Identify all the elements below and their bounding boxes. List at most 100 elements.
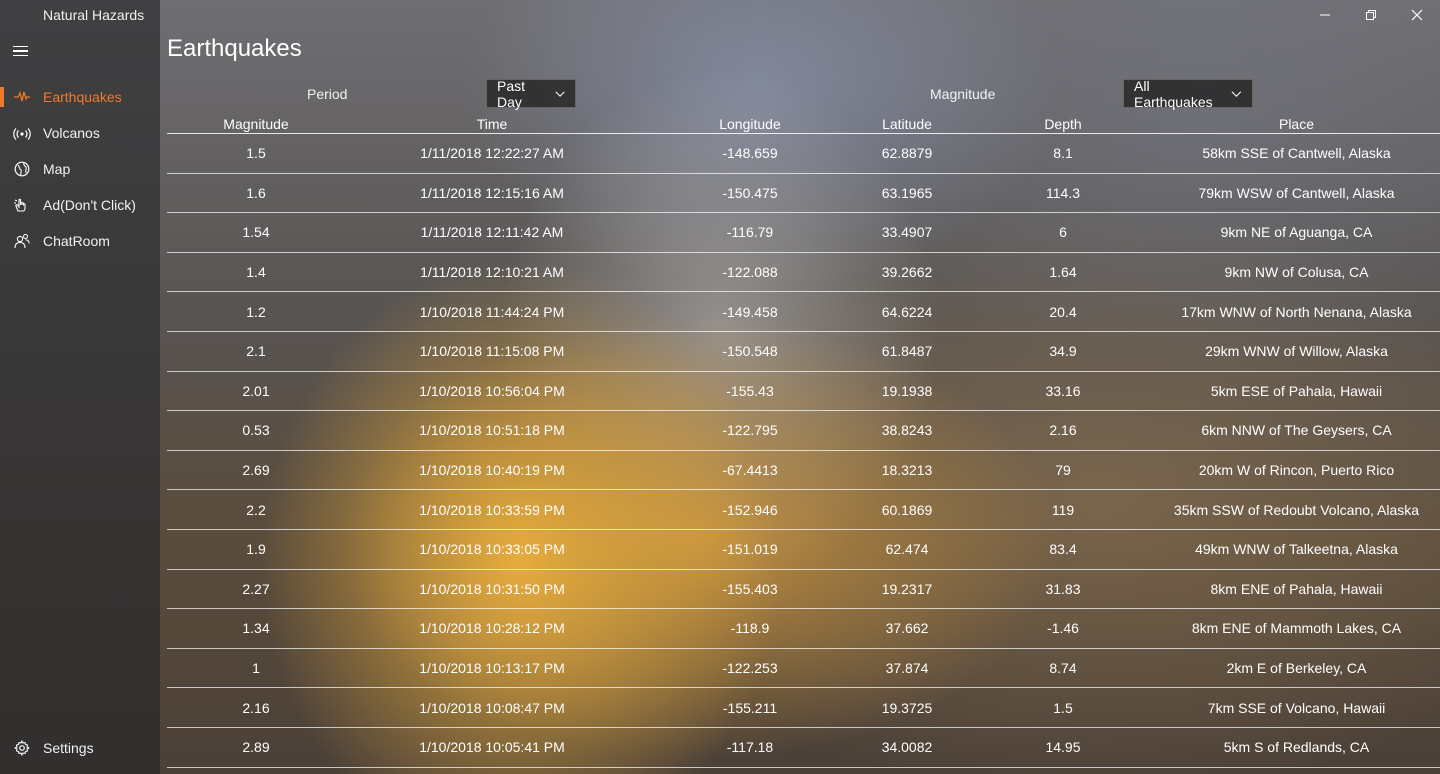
cell-depth: 119: [1051, 501, 1075, 518]
cell-magnitude: 2.01: [242, 382, 270, 399]
hamburger-menu-button[interactable]: [10, 40, 34, 62]
chevron-down-icon: [555, 91, 565, 97]
cell-time: 1/10/2018 10:33:59 PM: [419, 501, 565, 518]
table-row[interactable]: 2.1 1/10/2018 11:15:08 PM -150.548 61.8487 3…: [167, 332, 1440, 372]
hamburger-icon: [13, 45, 28, 48]
cell-place: 9km NW of Colusa, CA: [1224, 264, 1369, 281]
cell-magnitude: 2.2: [246, 501, 266, 518]
cell-longitude: -152.946: [722, 501, 778, 518]
table-row[interactable]: 2.69 1/10/2018 10:40:19 PM -67.4413 18.3213…: [167, 451, 1440, 491]
table-body: 1.5 1/11/2018 12:22:27 AM -148.659 62.8879 8…: [167, 134, 1440, 768]
sidebar-item-map[interactable]: Map: [0, 151, 160, 187]
sidebar-item-label: ChatRoom: [43, 233, 110, 249]
column-header-place[interactable]: Place: [1173, 114, 1420, 133]
gear-icon: [0, 740, 43, 756]
sidebar-item-volcanos[interactable]: Volcanos: [0, 115, 160, 151]
cell-depth: 33.16: [1045, 382, 1081, 399]
cell-longitude: -155.43: [726, 382, 774, 399]
cell-latitude: 62.8879: [881, 145, 933, 162]
cell-time: 1/10/2018 10:56:04 PM: [419, 382, 565, 399]
cell-longitude: -67.4413: [722, 462, 778, 479]
table-row[interactable]: 2.2 1/10/2018 10:33:59 PM -152.946 60.1869 1…: [167, 490, 1440, 530]
cell-magnitude: 1.54: [242, 224, 270, 241]
table-row[interactable]: 1.34 1/10/2018 10:28:12 PM -118.9 37.662 -1.…: [167, 609, 1440, 649]
cell-depth: 20.4: [1049, 303, 1077, 320]
cell-place: 5km S of Redlands, CA: [1223, 739, 1370, 756]
magnitude-dropdown[interactable]: All Earthquakes: [1123, 77, 1253, 110]
magnitude-label: Magnitude: [930, 86, 996, 102]
minimize-icon: [1320, 14, 1330, 16]
sidebar-item-earthquakes[interactable]: Earthquakes: [0, 79, 160, 115]
cell-time: 1/10/2018 10:05:41 PM: [419, 739, 565, 756]
table-row[interactable]: 2.01 1/10/2018 10:56:04 PM -155.43 19.1938 3…: [167, 372, 1440, 412]
cell-depth: 83.4: [1049, 541, 1077, 558]
cell-longitude: -151.019: [722, 541, 778, 558]
table-row[interactable]: 2.27 1/10/2018 10:31:50 PM -155.403 19.2317…: [167, 570, 1440, 610]
window-controls: [1302, 0, 1440, 30]
sidebar-nav: Earthquakes Volcanos Map Ad(Don't Click)…: [0, 79, 160, 259]
period-dropdown[interactable]: Past Day: [486, 77, 576, 110]
cell-time: 1/11/2018 12:11:42 AM: [420, 224, 564, 241]
cell-longitude: -148.659: [722, 145, 778, 162]
cell-longitude: -149.458: [722, 303, 778, 320]
cell-time: 1/10/2018 10:51:18 PM: [419, 422, 565, 439]
cell-longitude: -122.253: [722, 660, 778, 677]
cell-depth: 8.74: [1049, 660, 1077, 677]
table-row[interactable]: 1.4 1/11/2018 12:10:21 AM -122.088 39.2662 1…: [167, 253, 1440, 293]
cell-longitude: -117.18: [726, 739, 774, 756]
table-row[interactable]: 1.9 1/10/2018 10:33:05 PM -151.019 62.474 83…: [167, 530, 1440, 570]
cell-place: 7km SSE of Volcano, Hawaii: [1207, 699, 1386, 716]
cell-magnitude: 1.5: [246, 145, 266, 162]
cell-place: 9km NE of Aguanga, CA: [1220, 224, 1373, 241]
cell-magnitude: 1.9: [246, 541, 266, 558]
cell-depth: 1.64: [1049, 264, 1077, 281]
cell-magnitude: 2.16: [242, 699, 270, 716]
settings-area: Settings: [0, 730, 160, 766]
cell-latitude: 39.2662: [881, 264, 933, 281]
period-dropdown-value: Past Day: [497, 77, 526, 110]
table-row[interactable]: 1.2 1/10/2018 11:44:24 PM -149.458 64.6224 2…: [167, 292, 1440, 332]
cell-magnitude: 2.89: [242, 739, 270, 756]
cell-time: 1/10/2018 10:40:19 PM: [419, 462, 565, 479]
cell-latitude: 61.8487: [881, 343, 933, 360]
page-title: Earthquakes: [167, 35, 302, 62]
restore-icon: [1366, 10, 1376, 20]
sidebar-item-ad[interactable]: Ad(Don't Click): [0, 187, 160, 223]
sidebar-item-chatroom[interactable]: ChatRoom: [0, 223, 160, 259]
sidebar-item-settings[interactable]: Settings: [0, 730, 160, 766]
cell-time: 1/10/2018 11:44:24 PM: [419, 303, 565, 320]
table-row[interactable]: 2.16 1/10/2018 10:08:47 PM -155.211 19.3725…: [167, 688, 1440, 728]
period-label: Period: [307, 86, 348, 102]
magnitude-dropdown-value: All Earthquakes: [1134, 77, 1213, 110]
column-header-longitude[interactable]: Longitude: [639, 114, 861, 133]
table-row[interactable]: 2.89 1/10/2018 10:05:41 PM -117.18 34.0082 1…: [167, 728, 1440, 768]
cell-depth: 8.1: [1053, 145, 1073, 162]
cell-latitude: 63.1965: [881, 184, 933, 201]
cell-latitude: 62.474: [885, 541, 929, 558]
cell-longitude: -122.088: [722, 264, 778, 281]
settings-label: Settings: [43, 740, 94, 756]
chevron-down-icon: [1231, 90, 1242, 97]
column-header-magnitude[interactable]: Magnitude: [167, 114, 345, 133]
table-row[interactable]: 1.54 1/11/2018 12:11:42 AM -116.79 33.4907 6…: [167, 213, 1440, 253]
close-button[interactable]: [1394, 0, 1440, 30]
restore-button[interactable]: [1348, 0, 1394, 30]
cell-place: 58km SSE of Cantwell, Alaska: [1202, 145, 1391, 162]
table-row[interactable]: 0.53 1/10/2018 10:51:18 PM -122.795 38.8243…: [167, 411, 1440, 451]
table-row[interactable]: 1.5 1/11/2018 12:22:27 AM -148.659 62.8879 8…: [167, 134, 1440, 174]
table-row[interactable]: 1.6 1/11/2018 12:15:16 AM -150.475 63.1965 1…: [167, 174, 1440, 214]
cell-magnitude: 1: [252, 660, 260, 677]
cell-place: 35km SSW of Redoubt Volcano, Alaska: [1173, 501, 1420, 518]
cell-latitude: 37.662: [885, 620, 929, 637]
seismograph-icon: [0, 90, 43, 104]
cell-time: 1/11/2018 12:15:16 AM: [420, 184, 564, 201]
column-header-depth[interactable]: Depth: [953, 114, 1173, 133]
table-row[interactable]: 1 1/10/2018 10:13:17 PM -122.253 37.874 8.74…: [167, 649, 1440, 689]
column-header-time[interactable]: Time: [345, 114, 639, 133]
cell-latitude: 37.874: [885, 660, 929, 677]
cell-depth: 114.3: [1046, 184, 1080, 201]
column-header-latitude[interactable]: Latitude: [861, 114, 953, 133]
cell-place: 29km WNW of Willow, Alaska: [1205, 343, 1388, 360]
minimize-button[interactable]: [1302, 0, 1348, 30]
cell-magnitude: 1.2: [246, 303, 266, 320]
